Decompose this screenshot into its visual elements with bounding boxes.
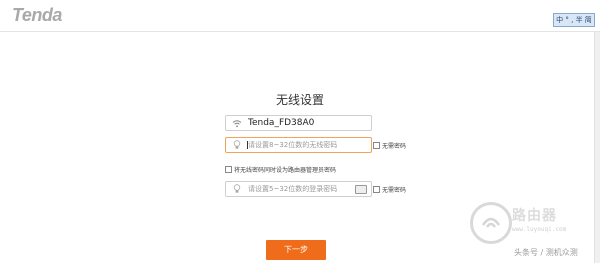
admin-password-field[interactable]: 请设置5~32位数的登录密码 xyxy=(225,181,372,197)
scrollbar[interactable] xyxy=(594,32,600,263)
keyboard-icon[interactable] xyxy=(355,185,367,194)
ime-indicator[interactable]: 中 ° , 半 简 xyxy=(553,13,595,27)
no-password-label: 无需密码 xyxy=(382,186,407,194)
wifi-password-field[interactable]: 请设置8~32位数的无线密码 xyxy=(225,137,372,153)
wifi-password-placeholder: 请设置8~32位数的无线密码 xyxy=(248,141,338,149)
bulb-icon xyxy=(232,140,242,150)
same-as-admin-checkbox[interactable]: 将无线密码同时设为路由器管理员密码 xyxy=(225,164,336,174)
no-password-checkbox-wifi[interactable]: 无需密码 xyxy=(373,140,406,150)
watermark-source: 头条号 / 测机众测 xyxy=(514,248,578,257)
ssid-field[interactable]: Tenda_FD38A0 xyxy=(225,115,372,131)
ssid-value: Tenda_FD38A0 xyxy=(248,118,315,128)
watermark-logo-icon xyxy=(470,202,512,244)
checkbox-box[interactable] xyxy=(225,165,232,173)
tenda-logo: Tenda xyxy=(12,5,62,25)
watermark-title: 路由器 xyxy=(512,208,557,224)
checkbox-box[interactable] xyxy=(373,185,380,193)
checkbox-box[interactable] xyxy=(373,141,380,149)
watermark-url: www.luyouqi.com xyxy=(512,226,567,233)
admin-password-placeholder: 请设置5~32位数的登录密码 xyxy=(248,185,338,193)
top-bar: Tenda 中 ° , 半 简 xyxy=(0,0,600,32)
same-as-admin-label: 将无线密码同时设为路由器管理员密码 xyxy=(234,166,337,174)
bulb-icon xyxy=(232,184,242,194)
no-password-checkbox-admin[interactable]: 无需密码 xyxy=(373,184,406,194)
wifi-icon xyxy=(232,118,242,128)
page-title: 无线设置 xyxy=(275,93,324,107)
no-password-label: 无需密码 xyxy=(382,142,407,150)
next-button[interactable]: 下一步 xyxy=(266,240,326,260)
